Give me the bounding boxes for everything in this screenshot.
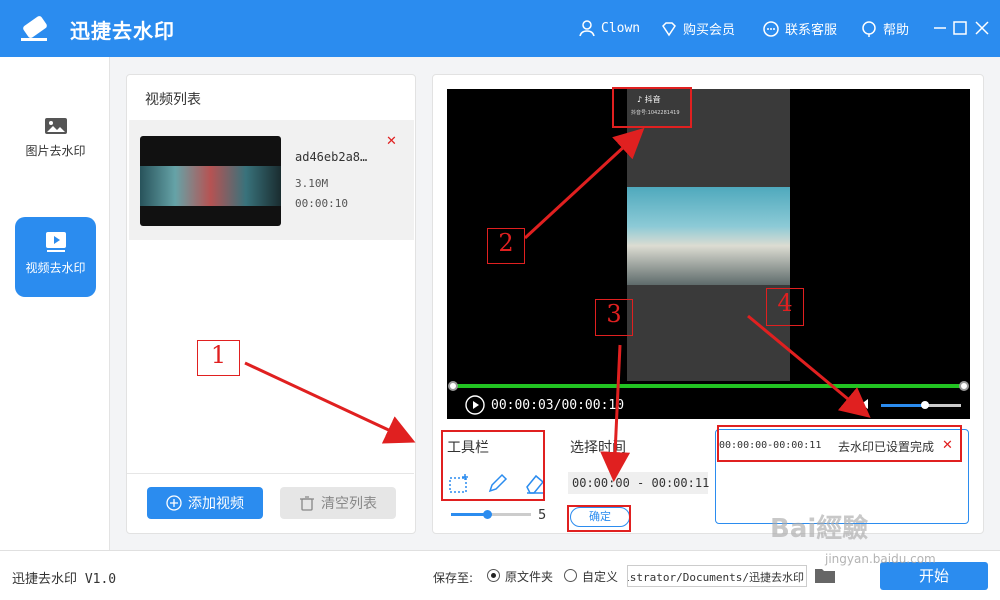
arrow-1 (244, 361, 416, 444)
radio-original-folder[interactable] (487, 569, 500, 582)
annotation-box-confirm (567, 505, 631, 532)
annotation-box-result (717, 425, 962, 462)
annotation-number-1: 1 (197, 340, 240, 376)
annotation-number-3: 3 (595, 299, 633, 336)
annotation-number-4: 4 (766, 288, 804, 326)
baidu-watermark: Bai經驗 (770, 514, 869, 544)
radio-original-folder-label[interactable]: 原文件夹 (505, 568, 553, 585)
annotation-number-2: 2 (487, 228, 525, 264)
radio-custom-folder[interactable] (564, 569, 577, 582)
annotation-box-toolbar (441, 430, 545, 501)
save-path-input[interactable]: C:/Users/Administrator/Documents/迅捷去水印 (627, 565, 807, 587)
save-path-text: C:/Users/Administrator/Documents/迅捷去水印 (628, 571, 804, 584)
folder-icon[interactable] (814, 566, 836, 584)
arrow-4 (747, 314, 871, 418)
arrow-3 (600, 344, 631, 482)
start-button[interactable]: 开始 (880, 562, 988, 590)
radio-custom-folder-label[interactable]: 自定义 (582, 568, 618, 585)
baidu-watermark-url: jingyan.baidu.com (825, 552, 936, 566)
app-version: 迅捷去水印 V1.0 (12, 572, 117, 587)
annotation-box-watermark (612, 87, 692, 128)
save-to-label: 保存至: (433, 571, 474, 585)
arrow-2 (523, 127, 645, 240)
